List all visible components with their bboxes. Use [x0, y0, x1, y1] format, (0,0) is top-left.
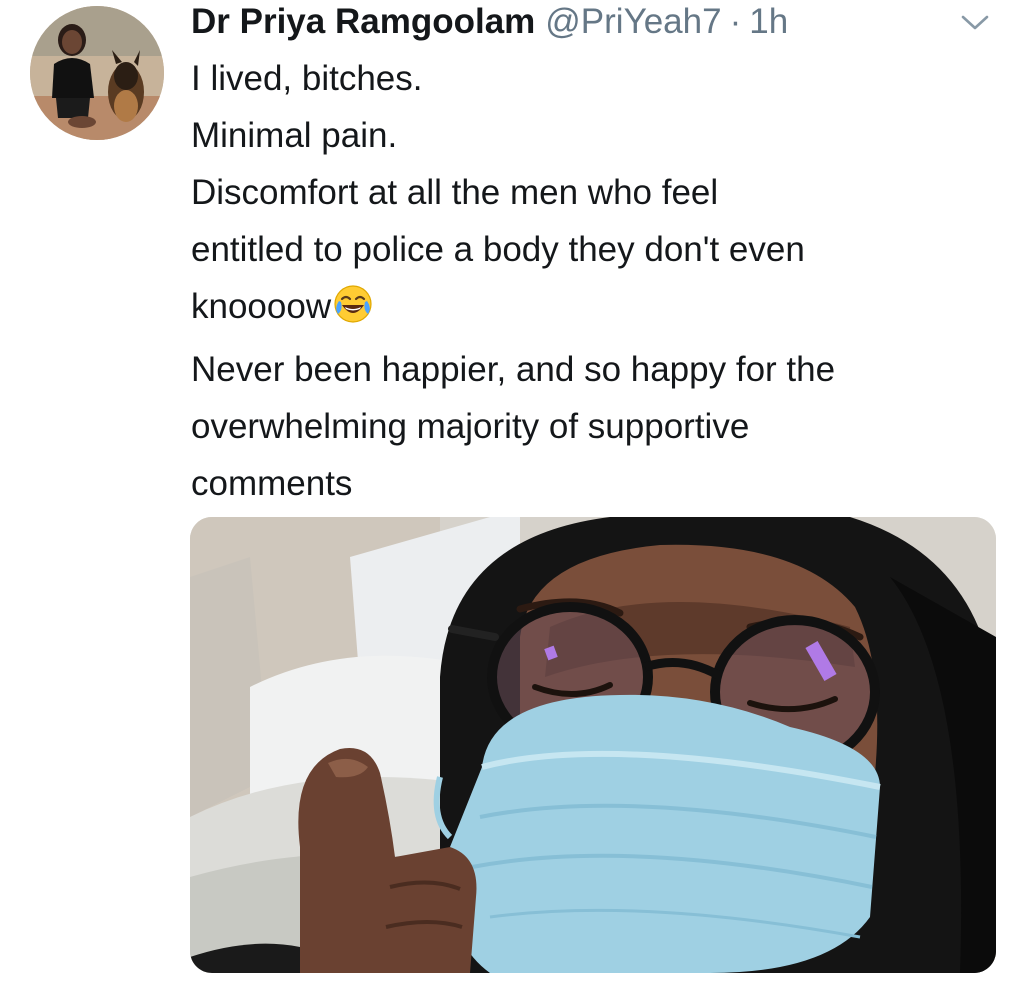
tweet-line: comments: [191, 464, 353, 503]
tweet-line: I lived, bitches.: [191, 59, 423, 98]
tweet-header: Dr Priya Ramgoolam @PriYeah7 · 1h: [191, 2, 788, 46]
avatar-photo: [30, 6, 164, 140]
tweet-line: Discomfort at all the men who feel: [191, 173, 719, 212]
laughing-tears-emoji-icon: [333, 284, 373, 341]
tweet-line: knoooow: [191, 287, 332, 326]
tweet-line: Minimal pain.: [191, 116, 398, 155]
tweet-line-with-emoji: knoooow: [191, 278, 991, 341]
chevron-down-icon[interactable]: [958, 12, 992, 34]
tweet-text: I lived, bitches. Minimal pain. Discomfo…: [191, 50, 991, 512]
tweet-line: entitled to police a body they don't eve…: [191, 230, 805, 269]
display-name[interactable]: Dr Priya Ramgoolam: [191, 2, 535, 42]
separator: ·: [729, 2, 742, 41]
tweet-line: overwhelming majority of supportive: [191, 407, 750, 446]
timestamp[interactable]: 1h: [749, 2, 788, 42]
avatar[interactable]: [30, 6, 164, 140]
user-handle[interactable]: @PriYeah7: [545, 2, 721, 42]
tweet-photo[interactable]: [190, 517, 996, 973]
tweet-line: Never been happier, and so happy for the: [191, 350, 836, 389]
selfie-photo: [190, 517, 996, 973]
tweet[interactable]: Dr Priya Ramgoolam @PriYeah7 · 1h I live…: [0, 0, 1024, 987]
